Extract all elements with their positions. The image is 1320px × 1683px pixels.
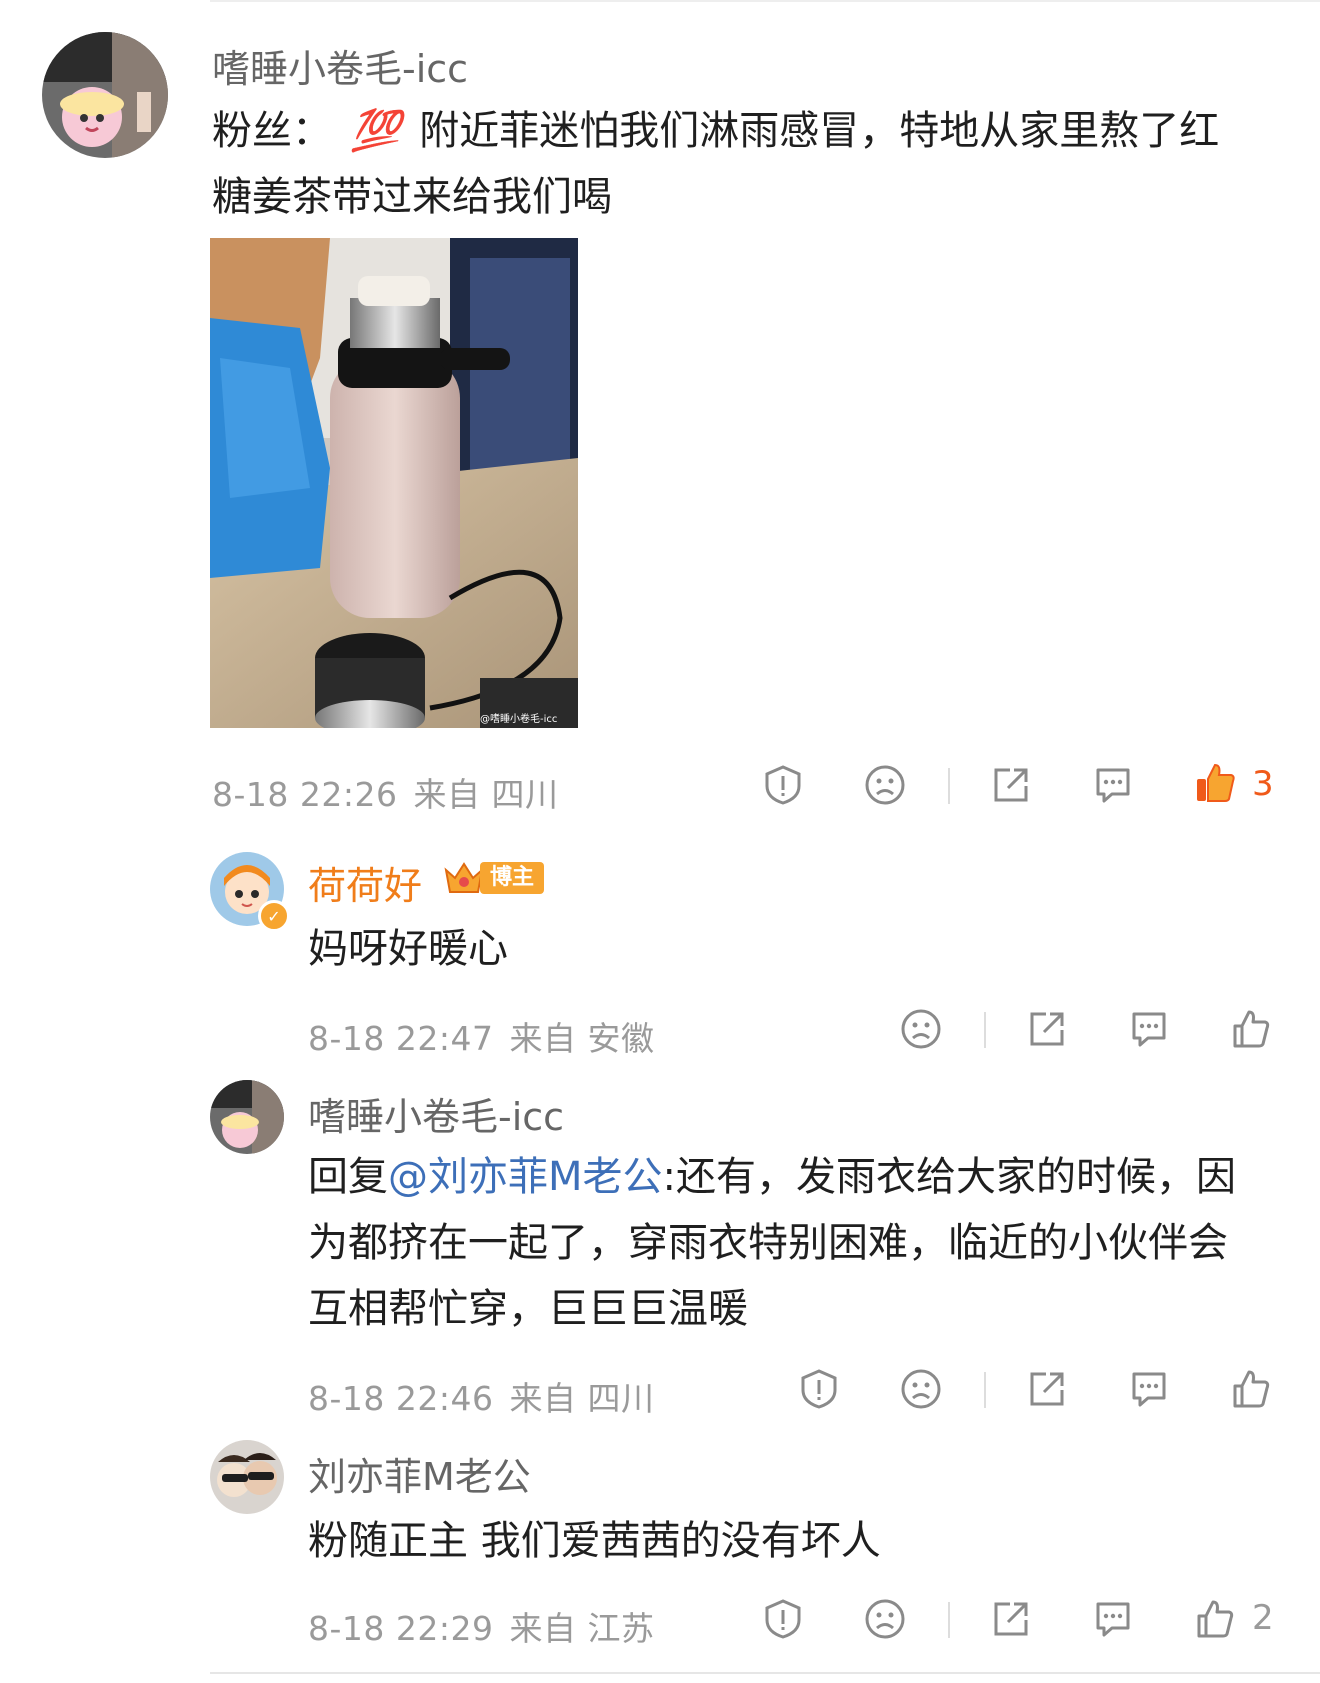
text-prefix: 粉丝： [212, 108, 332, 154]
top-divider [210, 0, 1320, 2]
comment-location: 来自 安徽 [509, 1019, 655, 1058]
comment-icon[interactable] [1126, 1366, 1172, 1412]
comment-location: 来自 四川 [413, 775, 559, 814]
comment-location: 来自 江苏 [509, 1609, 655, 1648]
like-thumb-icon[interactable] [1228, 1006, 1274, 1052]
reply-prefix: 回复 [308, 1154, 388, 1200]
comment-text: 粉丝： 💯 附近菲迷怕我们淋雨感冒，特地从家里熬了红糖姜茶带过来给我们喝 [212, 98, 1252, 230]
username[interactable]: 嗜睡小卷毛-icc [212, 38, 468, 93]
share-icon[interactable] [1024, 1006, 1070, 1052]
comment-meta: 8-18 22:26 来自 四川 [212, 768, 559, 816]
hundred-points-emoji: 💯 [350, 108, 401, 154]
dislike-face-icon[interactable] [862, 762, 908, 808]
username[interactable]: 荷荷好 [308, 855, 422, 910]
dislike-face-icon[interactable] [898, 1366, 944, 1412]
divider [984, 1012, 986, 1048]
avatar[interactable] [210, 1440, 284, 1514]
comment-icon[interactable] [1090, 762, 1136, 808]
report-icon[interactable] [796, 1366, 842, 1412]
comment-photo[interactable]: @嗜睡小卷毛-icc [210, 238, 578, 728]
report-icon[interactable] [760, 762, 806, 808]
blogger-badge: 博主 [442, 858, 545, 898]
comment-meta: 8-18 22:47 来自 安徽 [308, 1012, 655, 1060]
comment-icon[interactable] [1126, 1006, 1172, 1052]
report-icon[interactable] [760, 1596, 806, 1642]
like-thumb-icon[interactable] [1192, 1596, 1238, 1642]
comment-date: 8-18 22:29 [308, 1609, 494, 1648]
username[interactable]: 嗜睡小卷毛-icc [308, 1086, 564, 1141]
bottom-divider [210, 1672, 1320, 1674]
comment-meta: 8-18 22:29 来自 江苏 [308, 1602, 655, 1650]
share-icon[interactable] [1024, 1366, 1070, 1412]
image-watermark: @嗜睡小卷毛-icc [480, 712, 557, 725]
comment-meta: 8-18 22:46 来自 四川 [308, 1372, 655, 1420]
comment-date: 8-18 22:26 [212, 775, 398, 814]
like-thumb-icon[interactable] [1192, 760, 1238, 806]
divider [948, 768, 950, 804]
verified-icon: ✓ [258, 900, 290, 932]
mention-link[interactable]: @刘亦菲M老公 [388, 1154, 663, 1200]
divider [948, 1602, 950, 1638]
comment-date: 8-18 22:47 [308, 1019, 494, 1058]
like-count: 3 [1252, 764, 1274, 804]
share-icon[interactable] [988, 762, 1034, 808]
share-icon[interactable] [988, 1596, 1034, 1642]
comment-date: 8-18 22:46 [308, 1379, 494, 1418]
comment-text: 妈呀好暖心 [308, 926, 508, 972]
like-count: 2 [1252, 1598, 1274, 1638]
username[interactable]: 刘亦菲M老公 [308, 1446, 531, 1501]
like-thumb-icon[interactable] [1228, 1366, 1274, 1412]
comment-text: 粉随正主 我们爱茜茜的没有坏人 [308, 1518, 881, 1564]
divider [984, 1372, 986, 1408]
comment-location: 来自 四川 [509, 1379, 655, 1418]
avatar[interactable] [210, 1080, 284, 1154]
avatar[interactable] [42, 32, 168, 158]
badge-label: 博主 [480, 862, 545, 894]
comment-text: 回复@刘亦菲M老公:还有，发雨衣给大家的时候，因为都挤在一起了，穿雨衣特别困难，… [308, 1144, 1258, 1342]
comment-icon[interactable] [1090, 1596, 1136, 1642]
dislike-face-icon[interactable] [898, 1006, 944, 1052]
dislike-face-icon[interactable] [862, 1596, 908, 1642]
